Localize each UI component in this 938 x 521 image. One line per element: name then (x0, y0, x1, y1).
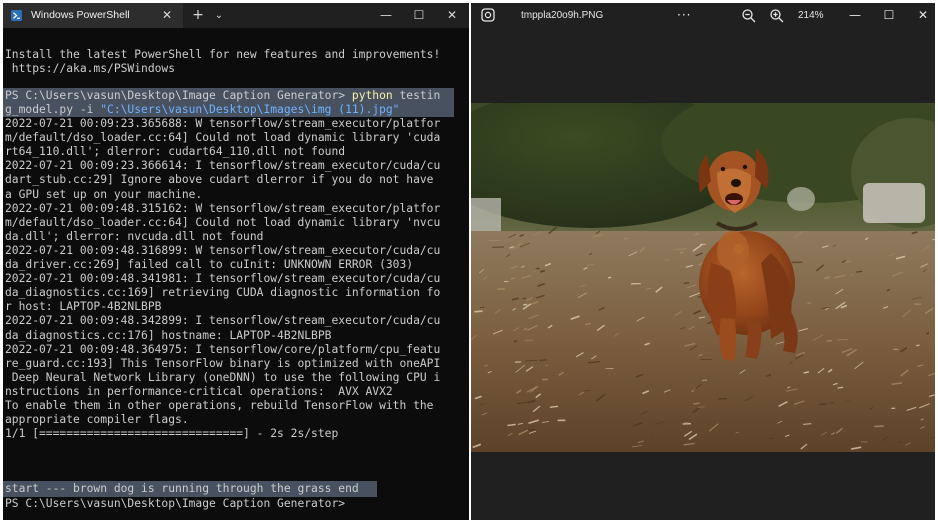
maximize-button[interactable]: ☐ (881, 3, 897, 28)
banner-link[interactable]: https://aka.ms/PSWindows (5, 62, 175, 76)
prompt: PS C:\Users\vasun\Desktop\Image Caption … (5, 89, 346, 102)
log-line: re_guard.cc:193] This TensorFlow binary … (5, 356, 441, 370)
powershell-window: Windows PowerShell ✕ + ⌄ — ☐ ✕ Install t… (3, 3, 469, 520)
log-line: da_diagnostics.cc:176] hostname: LAPTOP-… (5, 328, 332, 342)
log-line: 2022-07-21 00:09:23.366614: I tensorflow… (5, 159, 441, 173)
photos-window: tmppla20o9h.PNG ··· 214% — ☐ ✕ (471, 3, 935, 520)
command-line-continued: g_model.py -i "C:\Users\vasun\Desktop\Im… (5, 103, 399, 117)
log-line: appropriate compiler flags. (5, 413, 189, 427)
command-args-continued: g_model.py -i (5, 103, 101, 116)
log-line: a GPU set up on your machine. (5, 187, 203, 201)
log-line: 2022-07-21 00:09:48.341981: I tensorflow… (5, 272, 441, 286)
photos-title-bar: tmppla20o9h.PNG ··· 214% — ☐ ✕ (471, 3, 935, 28)
zoom-level: 214% (798, 10, 824, 21)
image-path-argument: "C:\Users\vasun\Desktop\Images\img (11).… (100, 103, 400, 116)
log-line: da.dll'; dlerror: nvcuda.dll not found (5, 229, 264, 243)
log-line: 2022-07-21 00:09:48.316899: W tensorflow… (5, 243, 441, 257)
log-line: m/default/dso_loader.cc:64] Could not lo… (5, 131, 441, 145)
command-args: testin (392, 89, 441, 102)
log-line: rt64_110.dll'; dlerror: cudart64_110.dll… (5, 145, 346, 159)
dog-photo[interactable] (471, 103, 935, 452)
file-name: tmppla20o9h.PNG (521, 10, 604, 21)
command-line: PS C:\Users\vasun\Desktop\Image Caption … (5, 89, 440, 103)
caption-output: start --- brown dog is running through t… (5, 482, 359, 495)
banner-line: Install the latest PowerShell for new fe… (5, 48, 441, 61)
zoom-out-icon[interactable] (741, 8, 757, 24)
zoom-in-icon[interactable] (769, 8, 785, 24)
log-line: To enable them in other operations, rebu… (5, 399, 434, 412)
tab-close-icon[interactable]: ✕ (157, 3, 177, 28)
tab-title: Windows PowerShell (31, 9, 130, 21)
maximize-button[interactable]: ☐ (408, 3, 430, 28)
close-button[interactable]: ✕ (915, 3, 931, 28)
log-line: 1/1 [==============================] - 2… (5, 427, 339, 441)
log-line: 2022-07-21 00:09:48.364975: I tensorflow… (5, 342, 441, 356)
minimize-button[interactable]: — (847, 3, 863, 28)
tab-windows-powershell[interactable]: Windows PowerShell ✕ (3, 3, 183, 28)
log-line: Deep Neural Network Library (oneDNN) to … (5, 370, 441, 384)
log-line: da_diagnostics.cc:169] retrieving CUDA d… (5, 286, 441, 300)
log-line: dart_stub.cc:29] Ignore above cudart dle… (5, 173, 434, 187)
log-line: 2022-07-21 00:09:23.365688: W tensorflow… (5, 117, 441, 130)
minimize-button[interactable]: — (375, 3, 397, 28)
log-line: da_driver.cc:269] failed call to cuInit:… (5, 258, 414, 271)
log-line: r host: LAPTOP-4B2NLBPB (5, 300, 162, 314)
photos-app-icon (481, 8, 495, 22)
close-button[interactable]: ✕ (441, 3, 463, 28)
more-options-button[interactable]: ··· (677, 3, 691, 28)
new-tab-button[interactable]: + (189, 3, 207, 28)
chevron-down-icon[interactable]: ⌄ (211, 3, 227, 28)
powershell-icon (11, 10, 22, 21)
command-name: python (351, 89, 393, 102)
console-output[interactable]: Install the latest PowerShell for new fe… (3, 28, 469, 520)
final-prompt: PS C:\Users\vasun\Desktop\Image Caption … (5, 497, 346, 510)
log-line: 2022-07-21 00:09:48.342899: I tensorflow… (5, 314, 441, 328)
log-line: m/default/dso_loader.cc:64] Could not lo… (5, 215, 441, 229)
terminal-tab-bar: Windows PowerShell ✕ + ⌄ — ☐ ✕ (3, 3, 469, 28)
log-line: nstructions in performance-critical oper… (5, 384, 393, 398)
log-line: 2022-07-21 00:09:48.315162: W tensorflow… (5, 201, 441, 215)
